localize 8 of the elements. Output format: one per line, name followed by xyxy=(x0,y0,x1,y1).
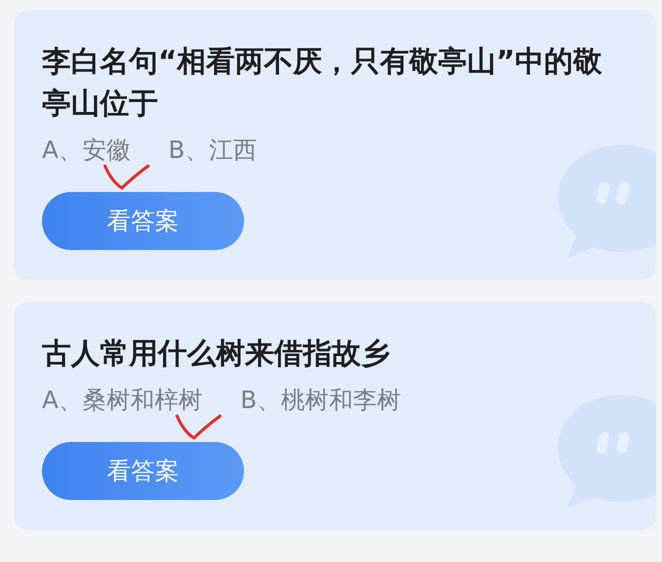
answer-option: A、安徽 xyxy=(42,134,130,166)
answer-option: B、桃树和李树 xyxy=(240,384,401,416)
question-text: 李白名句“相看两不厌，只有敬亭山”中的敬亭山位于 xyxy=(42,43,604,122)
show-answer-button[interactable]: 看答案 xyxy=(42,192,244,250)
show-answer-button[interactable]: 看答案 xyxy=(42,442,244,500)
question-text: 古人常用什么树来借指故乡 xyxy=(42,335,391,372)
answer-option: B、江西 xyxy=(168,134,257,166)
answer-option: A、桑树和梓树 xyxy=(42,384,202,416)
